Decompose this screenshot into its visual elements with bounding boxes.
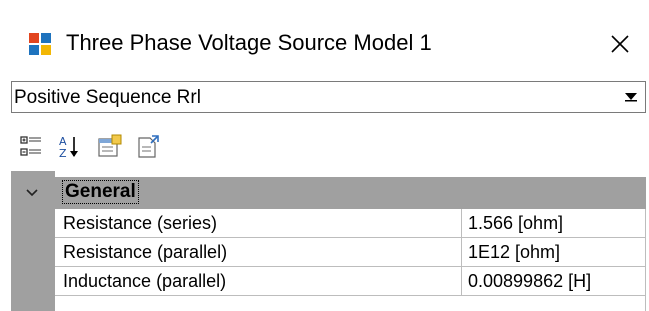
export-icon — [138, 135, 159, 158]
category-row-general[interactable]: General — [11, 177, 646, 209]
property-name: Inductance (parallel) — [55, 267, 462, 296]
property-grid: General Resistance (series) 1.566 [ohm] … — [11, 171, 646, 311]
property-value[interactable]: 0.00899862 [H] — [462, 267, 646, 296]
property-value[interactable]: 1E12 [ohm] — [462, 238, 646, 267]
categorized-icon — [20, 136, 41, 156]
close-button[interactable] — [591, 16, 649, 72]
window-title: Three Phase Voltage Source Model 1 — [66, 30, 432, 55]
property-pages-button[interactable] — [97, 134, 123, 160]
close-icon — [611, 35, 629, 53]
dropdown-arrow-icon — [625, 93, 637, 102]
alphabetical-sort-button[interactable]: A Z — [57, 134, 83, 160]
dropdown-arrow-button[interactable] — [619, 85, 643, 109]
dropdown-selected-value: Positive Sequence Rrl — [14, 87, 201, 108]
export-button[interactable] — [135, 134, 161, 160]
component-icon — [29, 33, 51, 55]
grid-border — [645, 209, 646, 311]
model-selector-dropdown[interactable]: Positive Sequence Rrl — [11, 81, 646, 113]
alphabetical-sort-icon: A Z — [59, 135, 78, 160]
property-name: Resistance (parallel) — [55, 238, 462, 267]
title-bar: Three Phase Voltage Source Model 1 — [0, 0, 649, 88]
category-label: General — [62, 180, 139, 204]
chevron-down-icon[interactable] — [24, 185, 40, 201]
property-row[interactable]: Inductance (parallel) 0.00899862 [H] — [55, 267, 646, 296]
property-value[interactable]: 1.566 [ohm] — [462, 209, 646, 238]
categorized-view-button[interactable] — [19, 134, 45, 160]
property-toolbar: A Z — [11, 127, 311, 167]
property-pages-icon — [98, 134, 122, 157]
property-row[interactable]: Resistance (parallel) 1E12 [ohm] — [55, 238, 646, 267]
svg-text:Z: Z — [59, 147, 67, 160]
property-name: Resistance (series) — [55, 209, 462, 238]
property-row[interactable]: Resistance (series) 1.566 [ohm] — [55, 209, 646, 238]
